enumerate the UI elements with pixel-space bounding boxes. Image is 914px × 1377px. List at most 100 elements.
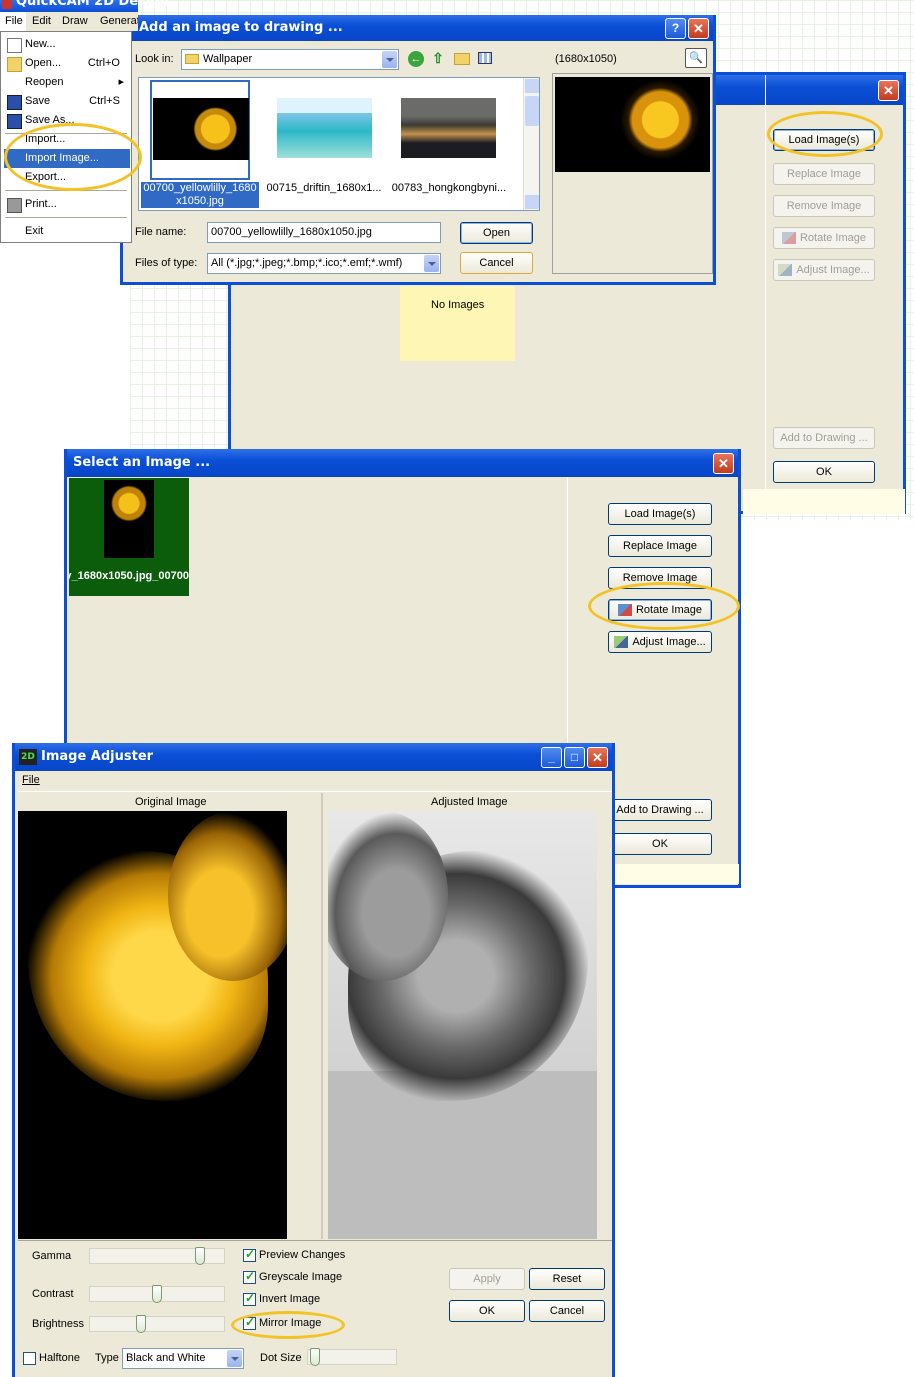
app-title: QuickCAM 2D Design [16,0,169,9]
menu-file[interactable]: File [0,12,26,31]
rotate-image-label: Rotate Image [799,232,867,244]
open-dialog-title: Add an image to drawing ... [139,20,343,35]
replace-image-button[interactable]: Replace Image [773,163,875,185]
type-value: Black and White [126,1352,206,1364]
look-in-value: Wallpaper [203,53,253,65]
contrast-label: Contrast [32,1288,74,1300]
file-name-input[interactable]: 00700_yellowlilly_1680x1050.jpg [207,222,441,243]
ok-button[interactable]: OK [449,1300,525,1322]
scroll-thumb[interactable] [525,96,539,126]
original-image-label: Original Image [135,796,207,808]
adjust-image-label: Adjust Image... [796,264,870,276]
adjust-image-label: Adjust Image... [632,636,706,648]
menu-draw[interactable]: Draw [62,15,88,27]
menu-edit[interactable]: Edit [32,15,51,27]
menu-file[interactable]: File [22,774,40,786]
new-folder-icon[interactable] [454,53,470,65]
apply-button[interactable]: Apply [449,1268,525,1290]
image-tile-caption: 00700_yellowlilly_1680x1050.jpg [69,570,189,582]
load-images-button[interactable]: Load Image(s) [608,503,712,525]
status-strip [743,489,905,514]
thumbnail-caption: 00715_driftin_1680x1... [266,182,382,194]
adjuster-title: Image Adjuster [41,749,154,764]
ok-button[interactable]: OK [773,461,875,483]
files-of-type-select[interactable]: All (*.jpg;*.jpeg;*.bmp;*.ico;*.emf;*.wm… [207,253,441,274]
adjust-image-button[interactable]: Adjust Image... [773,259,875,281]
preview-changes-checkbox[interactable] [243,1247,256,1262]
remove-image-button[interactable]: Remove Image [773,195,875,217]
select-dialog-titlebar: Select an Image ... [67,449,738,477]
divider [18,1240,612,1241]
highlight-ring [231,1311,345,1339]
brightness-slider[interactable] [89,1315,225,1333]
close-icon[interactable]: ✕ [713,453,734,474]
menu-generate[interactable]: Generate [100,15,138,27]
dot-size-slider-thumb[interactable] [310,1348,320,1366]
printer-icon [7,198,22,213]
help-icon[interactable]: ? [665,18,686,39]
add-to-drawing-button[interactable]: Add to Drawing ... [773,427,875,449]
menu-item-label: New... [25,38,56,50]
adjust-image-button[interactable]: Adjust Image... [608,631,712,653]
close-icon[interactable]: ✕ [878,80,899,101]
file-list[interactable]: 00700_yellowlilly_1680x1050.jpg 00715_dr… [138,77,540,211]
image-tile[interactable]: 00700_yellowlilly_1680x1050.jpg [69,478,189,596]
replace-image-button[interactable]: Replace Image [608,535,712,557]
menu-separator [5,217,127,218]
preview-size-label: (1680x1050) [555,53,617,65]
highlight-ring [767,111,883,157]
menu-item-save[interactable]: Save Ctrl+S [4,92,130,111]
app-titlebar: QuickCAM 2D Design [0,0,169,12]
brightness-slider-thumb[interactable] [136,1315,146,1333]
invert-checkbox[interactable] [243,1291,256,1306]
thumbnail-caption: 00783_hongkongbyni... [391,182,507,194]
view-menu-icon[interactable] [478,52,492,64]
halftone-label: Halftone [39,1352,80,1364]
halftone-checkbox[interactable] [23,1352,36,1365]
contrast-slider-thumb[interactable] [152,1285,162,1303]
add-to-drawing-button[interactable]: Add to Drawing ... [608,799,712,821]
reset-button[interactable]: Reset [529,1268,605,1290]
greyscale-checkbox[interactable] [243,1269,256,1284]
pane-splitter[interactable] [321,793,323,1239]
rotate-image-button[interactable]: Rotate Image [773,227,875,249]
maximize-icon[interactable]: □ [564,747,585,768]
type-select[interactable]: Black and White [122,1348,244,1369]
open-file-dialog: Add an image to drawing ... ? ✕ Look in:… [120,15,716,285]
menu-item-exit[interactable]: Exit [4,222,130,241]
scrollbar[interactable] [523,78,539,210]
menu-item-label: Exit [25,225,44,237]
cancel-button[interactable]: Cancel [529,1300,605,1322]
ok-button[interactable]: OK [608,833,712,855]
close-icon[interactable]: ✕ [587,747,608,768]
dot-size-slider[interactable] [307,1348,397,1366]
cancel-button[interactable]: Cancel [460,252,533,274]
menu-item-reopen[interactable]: Reopen ▸ [4,73,130,92]
preview-changes-label: Preview Changes [259,1249,346,1261]
open-button[interactable]: Open [460,222,533,244]
file-name-label: File name: [135,226,187,238]
preview-toggle-icon[interactable]: 🔍 [685,48,707,68]
menu-shortcut: Ctrl+S [89,95,120,107]
thumbnail-hongkong [401,98,496,158]
minimize-icon[interactable]: _ [541,747,562,768]
rotate-icon [781,232,796,245]
scroll-up-icon[interactable] [525,79,539,93]
menu-item-print[interactable]: Print... [4,195,130,214]
save-as-icon [7,114,22,129]
scroll-down-icon[interactable] [525,195,539,209]
gamma-slider-thumb[interactable] [195,1247,205,1265]
new-file-icon [7,38,22,53]
highlight-ring [4,123,142,191]
gamma-slider[interactable] [89,1247,225,1265]
dot-size-label: Dot Size [260,1352,302,1364]
chevron-down-icon [424,255,439,272]
thumbnail-caption: 00700_yellowlilly_1680x1050.jpg [141,182,259,208]
menu-item-open[interactable]: Open... Ctrl+O [4,54,130,73]
contrast-slider[interactable] [89,1285,225,1303]
close-icon[interactable]: ✕ [688,18,709,39]
menu-item-new[interactable]: New... [4,35,130,54]
look-in-select[interactable]: Wallpaper [181,49,399,70]
back-icon[interactable]: ← [408,51,424,67]
up-folder-icon[interactable]: ⇧ [430,50,446,66]
